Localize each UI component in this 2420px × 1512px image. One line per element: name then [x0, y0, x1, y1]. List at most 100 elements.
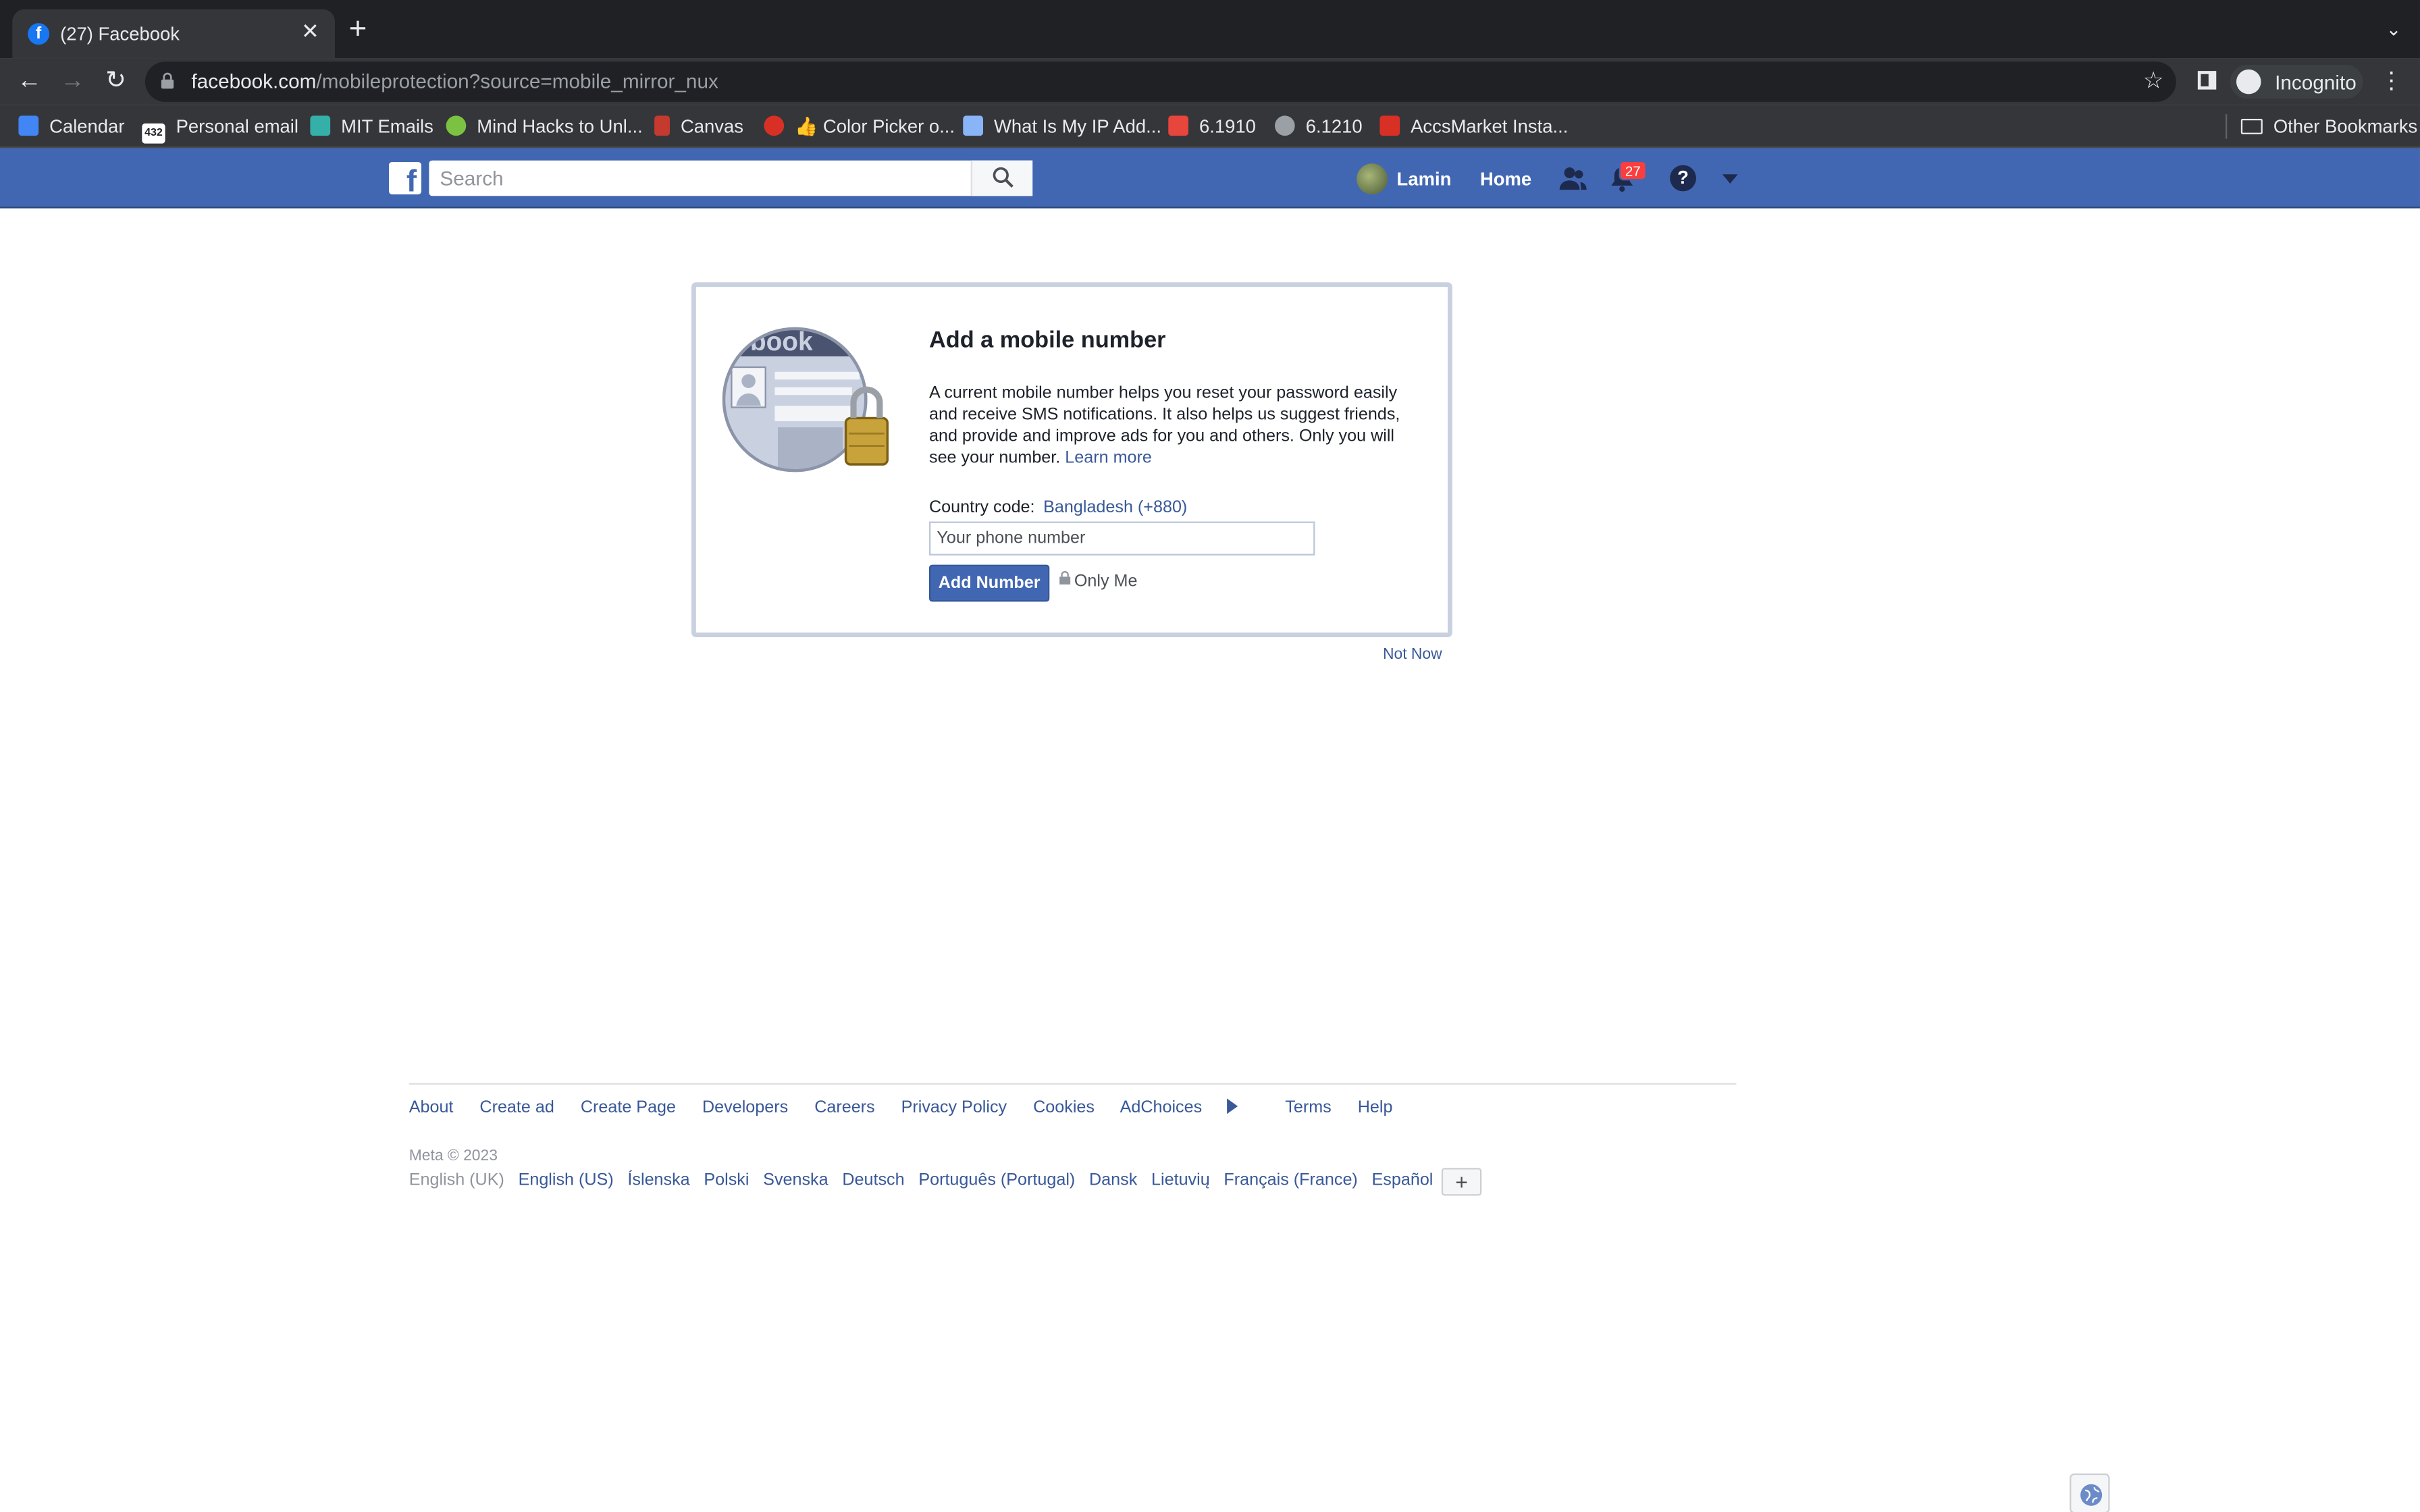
reload-icon[interactable]: ↻ — [99, 65, 132, 99]
incognito-icon — [2236, 69, 2261, 94]
bookmark-personal-email[interactable]: 432 Personal email — [142, 115, 298, 144]
mail-count-icon: 432 — [142, 123, 165, 144]
course-icon — [1168, 115, 1188, 136]
footer-link-create-ad[interactable]: Create ad — [479, 1098, 554, 1116]
other-bookmarks[interactable]: Other Bookmarks — [2240, 115, 2418, 138]
bookmark-label: Mind Hacks to Unl... — [477, 115, 643, 138]
bookmark-6-1910[interactable]: 6.1910 — [1168, 115, 1256, 137]
footer-link-cookies[interactable]: Cookies — [1033, 1098, 1095, 1116]
language-deutsch[interactable]: Deutsch — [842, 1171, 904, 1189]
bookmark-label: AccsMarket Insta... — [1411, 115, 1569, 138]
footer-link-adchoices[interactable]: AdChoices — [1120, 1098, 1259, 1117]
search-input[interactable] — [429, 160, 972, 196]
language-portugues[interactable]: Português (Portugal) — [918, 1171, 1075, 1189]
account-menu-caret-icon[interactable] — [1722, 174, 1738, 184]
language-espanol[interactable]: Español — [1372, 1171, 1433, 1189]
browser-toolbar: ← → ↻ facebook.com/mobileprotection?sour… — [0, 58, 2420, 105]
privacy-selector[interactable]: Only Me — [1059, 571, 1137, 591]
card-description: A current mobile number helps you reset … — [929, 383, 1420, 469]
language-lietuviu[interactable]: Lietuvių — [1151, 1171, 1210, 1189]
facebook-header: f Lamin Home — [0, 148, 2420, 209]
learn-more-link[interactable]: Learn more — [1065, 449, 1152, 467]
add-number-button[interactable]: Add Number — [928, 564, 1050, 602]
accsmarket-icon — [1379, 115, 1400, 136]
home-link[interactable]: Home — [1480, 168, 1531, 190]
bookmark-calendar[interactable]: Calendar — [18, 115, 124, 137]
incognito-profile-button[interactable]: Incognito — [2230, 64, 2363, 99]
privacy-lock-icon — [1059, 571, 1071, 585]
illustration-text: book — [750, 327, 813, 356]
bookmark-label: Other Bookmarks — [2273, 115, 2418, 138]
footer-links: About Create ad Create Page Developers C… — [409, 1098, 1415, 1117]
bookmark-label: Calendar — [49, 115, 125, 138]
url-path: /mobileprotection?source=mobile_mirror_n… — [316, 69, 718, 93]
bookmark-label: 👍 Color Picker o... — [795, 115, 955, 138]
forward-icon[interactable]: → — [55, 65, 89, 99]
friend-requests-icon[interactable] — [1557, 163, 1588, 194]
more-languages-button[interactable]: + — [1441, 1168, 1482, 1196]
language-islenska[interactable]: Íslenska — [627, 1171, 689, 1189]
phone-number-input[interactable] — [928, 521, 1315, 556]
bookmark-star-icon[interactable]: ☆ — [2143, 66, 2164, 94]
back-icon[interactable]: ← — [12, 65, 46, 99]
side-panel-icon[interactable] — [2197, 71, 2217, 90]
bookmark-mind-hacks[interactable]: Mind Hacks to Unl... — [446, 115, 643, 137]
tab-close-icon[interactable]: ✕ — [298, 18, 323, 45]
bookmark-accsmarket[interactable]: AccsMarket Insta... — [1379, 115, 1568, 137]
browser-tab[interactable]: f (27) Facebook ✕ — [12, 9, 335, 59]
bookmark-canvas[interactable]: Canvas — [654, 115, 743, 137]
new-tab-icon[interactable]: + — [349, 14, 367, 45]
browser-tab-strip: f (27) Facebook ✕ + ⌄ — [0, 0, 2420, 59]
calendar-icon — [18, 115, 39, 136]
address-bar[interactable]: facebook.com/mobileprotection?source=mob… — [144, 61, 2176, 102]
search-box — [429, 160, 1033, 196]
footer-link-help[interactable]: Help — [1358, 1098, 1393, 1116]
bookmark-label: Canvas — [680, 115, 743, 138]
url-host: facebook.com — [191, 69, 317, 93]
play-icon — [446, 115, 467, 136]
language-english-us[interactable]: English (US) — [519, 1171, 614, 1189]
not-now-link[interactable]: Not Now — [1383, 647, 1442, 664]
language-polski[interactable]: Polski — [704, 1171, 749, 1189]
footer-link-terms[interactable]: Terms — [1285, 1098, 1331, 1116]
profile-label: Incognito — [2275, 71, 2357, 94]
notification-badge: 27 — [1619, 160, 1647, 181]
lock-icon — [161, 72, 174, 89]
footer-link-about[interactable]: About — [409, 1098, 454, 1116]
adchoices-label: AdChoices — [1120, 1098, 1203, 1117]
bookmark-color-picker[interactable]: 👍 Color Picker o... — [764, 115, 955, 137]
bookmark-what-is-my-ip[interactable]: What Is My IP Add... — [963, 115, 1161, 137]
current-language: English (UK) — [409, 1170, 504, 1190]
globe-button[interactable] — [2070, 1473, 2110, 1512]
add-mobile-card: book Add a mobile number A current mobil… — [691, 282, 1452, 637]
bookmark-6-1210[interactable]: 6.1210 — [1274, 115, 1363, 138]
footer-link-developers[interactable]: Developers — [702, 1098, 788, 1116]
globe-icon — [1274, 115, 1295, 136]
mail-icon — [310, 115, 331, 136]
bookmarks-separator — [2225, 114, 2228, 139]
language-francais[interactable]: Français (France) — [1224, 1171, 1357, 1189]
bookmarks-bar: Calendar 432 Personal email MIT Emails Mi… — [0, 105, 2420, 148]
language-list: English (UK) English (US) Íslenska Polsk… — [409, 1171, 1442, 1189]
privacy-label: Only Me — [1074, 572, 1138, 591]
bookmark-label: 6.1210 — [1305, 115, 1363, 138]
ip-icon — [963, 115, 983, 136]
bookmark-label: Personal email — [176, 115, 298, 138]
language-dansk[interactable]: Dansk — [1089, 1171, 1137, 1189]
footer-link-privacy-policy[interactable]: Privacy Policy — [901, 1098, 1007, 1116]
footer-link-create-page[interactable]: Create Page — [581, 1098, 676, 1116]
language-svenska[interactable]: Svenska — [763, 1171, 828, 1189]
tab-search-chevron-icon[interactable]: ⌄ — [2386, 18, 2402, 40]
tab-title: (27) Facebook — [60, 23, 180, 45]
locked-profile-illustration: book — [722, 327, 889, 473]
search-button[interactable] — [970, 160, 1033, 196]
help-icon[interactable]: ? — [1670, 165, 1696, 192]
canvas-icon — [654, 115, 670, 136]
browser-menu-icon[interactable]: ⋮ — [2380, 66, 2403, 94]
bookmark-label: MIT Emails — [341, 115, 433, 138]
bookmark-mit-emails[interactable]: MIT Emails — [310, 115, 433, 137]
facebook-logo-icon[interactable]: f — [388, 161, 421, 198]
avatar — [1357, 163, 1388, 194]
footer-link-careers[interactable]: Careers — [814, 1098, 874, 1116]
country-code-selector[interactable]: Bangladesh (+880) — [1043, 498, 1187, 516]
